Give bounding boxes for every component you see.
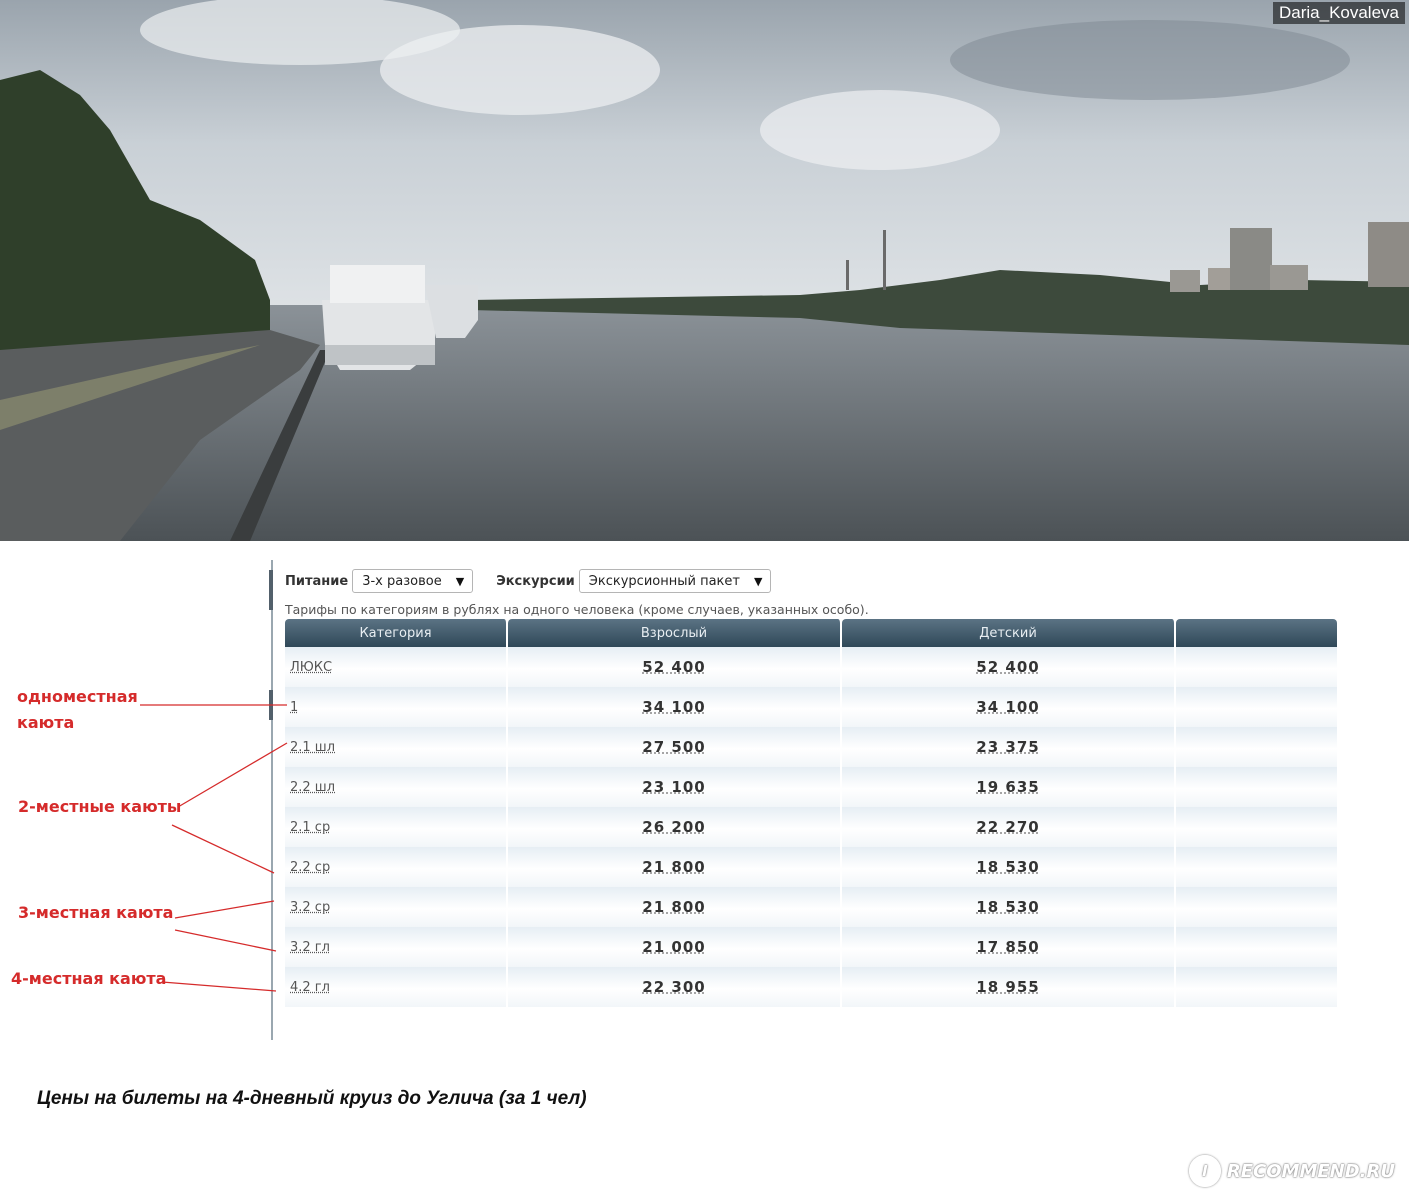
brand-logo-icon: I	[1188, 1155, 1221, 1187]
caption: Цены на билеты на 4-дневный круиз до Угл…	[37, 1088, 587, 1109]
annotation-triple: 3-местная каюта	[18, 903, 174, 922]
annotation-line-triple-2	[174, 929, 277, 952]
annotation-single-line1: одноместная	[17, 687, 138, 706]
brand-watermark: I RECOMMEND.RU	[1188, 1155, 1395, 1187]
annotation-lines	[140, 704, 288, 992]
annotation-line-double-2	[171, 824, 275, 874]
annotation-line-double-1	[177, 742, 288, 808]
annotation-quad: 4-местная каюта	[11, 969, 167, 988]
brand-text: RECOMMEND.RU	[1226, 1160, 1395, 1182]
annotation-double: 2-местные каюты	[18, 797, 182, 816]
annotation-line-quad	[161, 981, 277, 992]
annotation-single-line2: каюта	[17, 713, 75, 732]
annotation-line-triple-1	[174, 900, 275, 919]
annotation-single: одноместная каюта	[17, 684, 138, 736]
